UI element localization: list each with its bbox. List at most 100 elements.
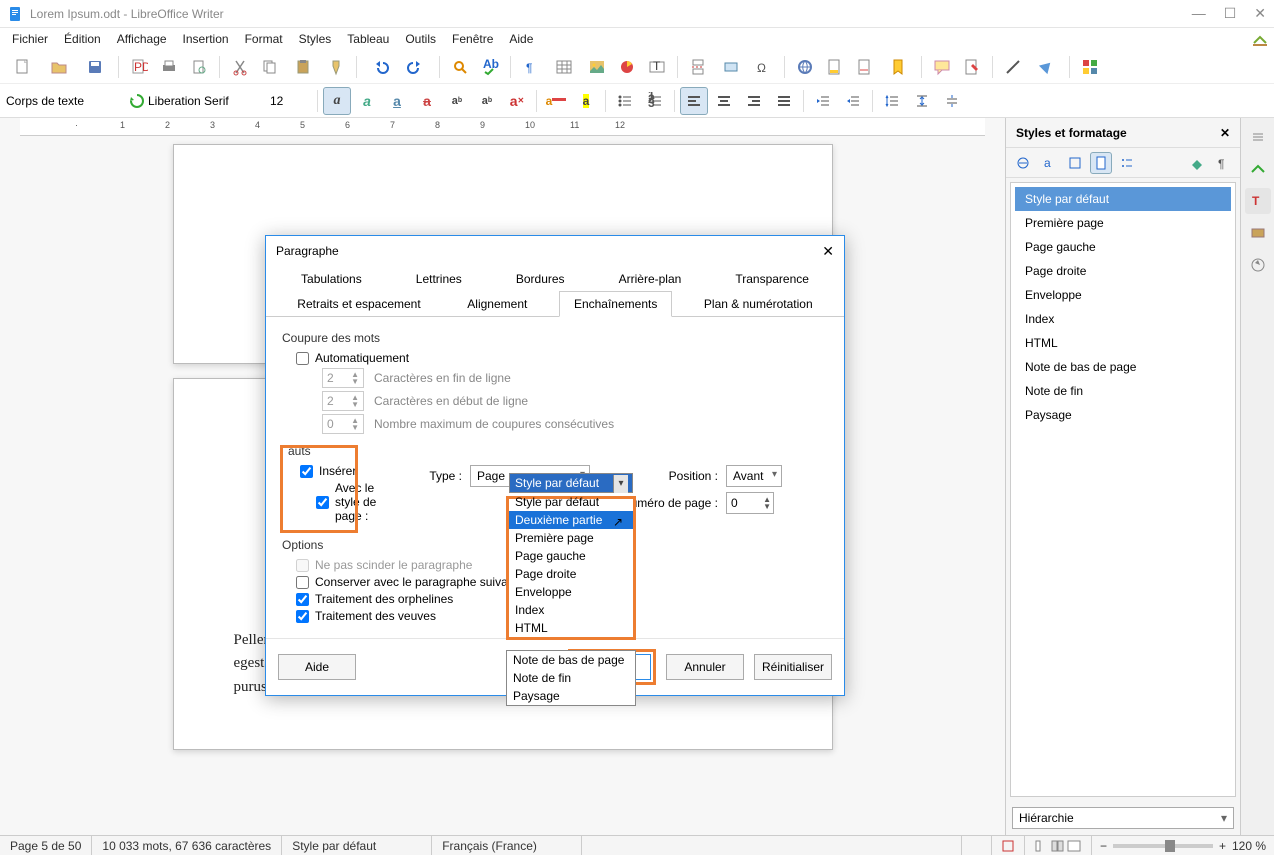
superscript-button[interactable]: ab [443,87,471,115]
zoom-in-button[interactable]: + [1219,839,1226,853]
export-pdf-button[interactable]: PDF [125,53,153,81]
status-page[interactable]: Page 5 de 50 [0,836,92,855]
cancel-button[interactable]: Annuler [666,654,744,680]
properties-panel-icon[interactable] [1245,156,1271,182]
tab-retraits[interactable]: Retraits et espacement [282,291,435,317]
paste-button[interactable] [286,53,320,81]
tab-transparence[interactable]: Transparence [720,266,824,292]
status-selection-mode[interactable] [962,836,992,855]
insert-bookmark-button[interactable] [881,53,915,81]
font-size-combo[interactable]: 12 [270,94,312,108]
align-left-button[interactable] [680,87,708,115]
sidebar-close-icon[interactable]: ✕ [1220,126,1230,140]
menu-tableau[interactable]: Tableau [339,30,397,48]
subscript-button[interactable]: ab [473,87,501,115]
dropdown-option[interactable]: Note de bas de page [507,651,635,669]
increase-indent-button[interactable] [809,87,837,115]
increase-spacing-button[interactable] [908,87,936,115]
style-list-item[interactable]: Style par défaut [1015,187,1231,211]
status-word-count[interactable]: 10 033 mots, 67 636 caractères [92,836,282,855]
style-list-item[interactable]: Note de bas de page [1015,355,1231,379]
print-preview-button[interactable] [185,53,213,81]
insert-textbox-button[interactable]: T [643,53,671,81]
cut-button[interactable] [226,53,254,81]
font-name-combo[interactable]: Liberation Serif [148,94,268,108]
insert-special-char-button[interactable]: Ω [750,53,778,81]
tab-enchainements[interactable]: Enchaînements [559,291,672,317]
insert-footnote-button[interactable] [821,53,849,81]
page-style-dropdown-selected[interactable]: Style par défaut [509,473,633,493]
open-button[interactable] [42,53,76,81]
list-styles-icon[interactable] [1116,152,1138,174]
insert-pagebreak-button[interactable] [684,53,712,81]
insert-chart-button[interactable] [613,53,641,81]
insert-line-button[interactable] [999,53,1027,81]
gallery-panel-icon[interactable] [1245,220,1271,246]
tab-alignement[interactable]: Alignement [452,291,542,317]
fill-format-mode-icon[interactable] [1186,152,1208,174]
insert-hyperlink-button[interactable] [791,53,819,81]
character-styles-icon[interactable]: a [1038,152,1060,174]
dialog-close-icon[interactable]: ✕ [822,243,834,260]
chars-end-line-spinner[interactable]: 2▲▼ [322,368,364,388]
menu-aide[interactable]: Aide [501,30,541,48]
underline-button[interactable]: a [383,87,411,115]
tab-arriere-plan[interactable]: Arrière-plan [604,266,697,292]
menu-format[interactable]: Format [237,30,291,48]
track-changes-button[interactable] [958,53,986,81]
tab-plan-numerotation[interactable]: Plan & numérotation [689,291,828,317]
auto-hyphenation-checkbox[interactable] [296,352,309,365]
status-signature[interactable] [992,836,1025,855]
menu-edition[interactable]: Édition [56,30,109,48]
tab-tabulations[interactable]: Tabulations [286,266,377,292]
clear-formatting-button[interactable]: a✕ [503,87,531,115]
paragraph-styles-icon[interactable] [1012,152,1034,174]
insert-endnote-button[interactable] [851,53,879,81]
insert-field-button[interactable] [714,53,748,81]
highlight-color-button[interactable]: a [572,87,600,115]
tab-lettrines[interactable]: Lettrines [401,266,477,292]
spellcheck-button[interactable]: Abc [476,53,504,81]
reset-button[interactable]: Réinitialiser [754,654,832,680]
dropdown-option[interactable]: HTML [509,619,633,637]
window-minimize-button[interactable]: — [1192,5,1206,22]
italic-button[interactable]: a [353,87,381,115]
copy-button[interactable] [256,53,284,81]
zoom-percent[interactable]: 120 % [1232,839,1266,853]
dropdown-option[interactable]: Page gauche [509,547,633,565]
status-language[interactable]: Français (France) [432,836,582,855]
max-consecutive-hyphens-spinner[interactable]: 0▲▼ [322,414,364,434]
bold-button[interactable]: a [323,87,351,115]
insert-table-button[interactable] [547,53,581,81]
print-button[interactable] [155,53,183,81]
style-list-item[interactable]: Première page [1015,211,1231,235]
style-list-item[interactable]: Enveloppe [1015,283,1231,307]
style-list-item[interactable]: Note de fin [1015,379,1231,403]
menu-outils[interactable]: Outils [397,30,444,48]
status-insert-mode[interactable] [922,836,962,855]
page-style-dropdown-overflow[interactable]: Note de bas de pageNote de finPaysage [506,650,636,706]
new-style-icon[interactable]: ¶ [1212,152,1234,174]
page-styles-icon[interactable] [1090,152,1112,174]
style-list-item[interactable]: HTML [1015,331,1231,355]
page-style-dropdown[interactable]: Style par défaut Style par défautDeuxièm… [506,496,636,640]
status-page-style[interactable]: Style par défaut [282,836,432,855]
find-button[interactable] [446,53,474,81]
style-list-item[interactable]: Page droite [1015,259,1231,283]
dropdown-option[interactable]: Enveloppe [509,583,633,601]
style-filter-combo[interactable]: Hiérarchie [1012,807,1234,829]
keep-with-next-checkbox[interactable] [296,576,309,589]
new-doc-button[interactable] [6,53,40,81]
update-style-button[interactable] [128,92,146,110]
window-close-button[interactable]: ✕ [1254,5,1266,22]
line-spacing-button[interactable] [878,87,906,115]
frame-styles-icon[interactable] [1064,152,1086,174]
dropdown-option[interactable]: Index [509,601,633,619]
chars-start-line-spinner[interactable]: 2▲▼ [322,391,364,411]
save-button[interactable] [78,53,112,81]
insert-image-button[interactable] [583,53,611,81]
align-right-button[interactable] [740,87,768,115]
break-position-select[interactable]: Avant [726,465,782,487]
page-number-spinner[interactable]: 0▲▼ [726,492,774,514]
help-button[interactable]: Aide [278,654,356,680]
